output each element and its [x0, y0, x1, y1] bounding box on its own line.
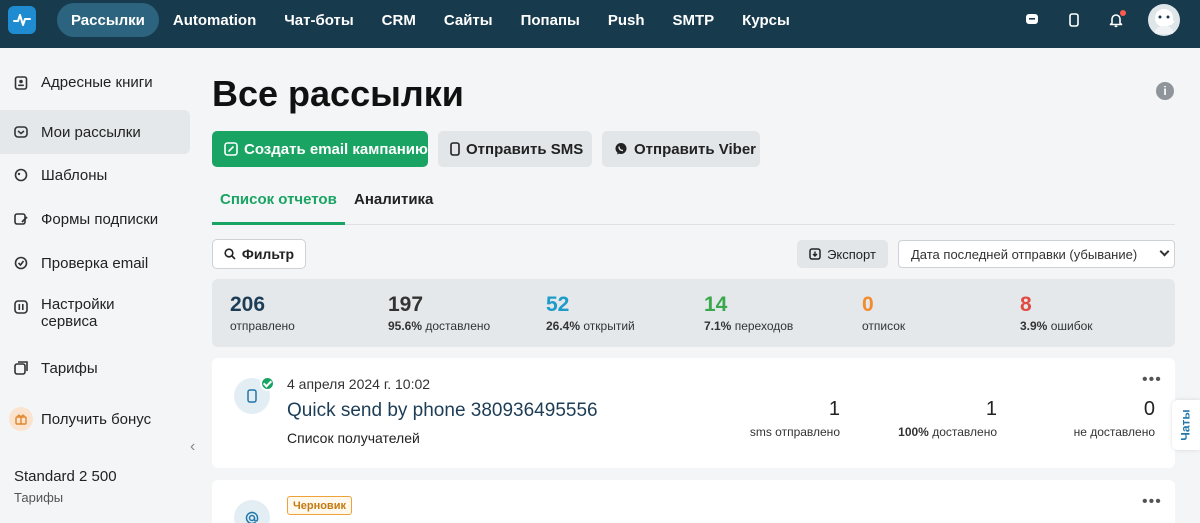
- sent-check-icon: [260, 376, 275, 391]
- chat-icon[interactable]: [1022, 10, 1042, 30]
- sidebar-item-label: Формы подписки: [41, 210, 159, 228]
- tabs: Список отчетов Аналитика: [212, 178, 1175, 225]
- plan-link[interactable]: Тарифы: [14, 490, 117, 505]
- collapse-sidebar-icon[interactable]: ‹: [190, 438, 195, 456]
- sidebar-item-address-books[interactable]: Адресные книги: [0, 74, 190, 91]
- campaign-date: 4 апреля 2024 г. 10:02: [287, 376, 431, 392]
- sidebar-item-get-bonus[interactable]: Получить бонус: [0, 406, 190, 432]
- address-book-icon: [14, 75, 28, 90]
- sidebar-item-label: Тарифы: [41, 359, 98, 377]
- viber-icon: [614, 142, 628, 156]
- sidebar-item-label: Адресные книги: [41, 74, 153, 91]
- sidebar-item-settings[interactable]: Настройки сервиса: [0, 296, 190, 336]
- draft-badge: Черновик: [287, 496, 352, 515]
- top-icons: [1022, 0, 1200, 40]
- campaign-title[interactable]: Quick send by phone 380936495556: [287, 400, 598, 422]
- top-navigation-bar: Рассылки Automation Чат-боты CRM Сайты П…: [0, 0, 1200, 48]
- nav-item-mailings[interactable]: Рассылки: [57, 3, 159, 37]
- sidebar-item-label: Шаблоны: [41, 166, 108, 184]
- sidebar: Адресные книги Мои рассылки Шаблоны Форм…: [0, 48, 200, 523]
- nav-item-push[interactable]: Push: [594, 3, 659, 37]
- sidebar-item-label: Мои рассылки: [41, 123, 141, 141]
- metric-not-delivered: 0 не доставлено: [1073, 398, 1155, 439]
- export-icon: [809, 248, 821, 260]
- export-button[interactable]: Экспорт: [797, 240, 888, 268]
- more-options-icon[interactable]: •••: [1142, 371, 1162, 389]
- chats-tab[interactable]: Чаты: [1172, 400, 1200, 450]
- sidebar-item-my-mailings[interactable]: Мои рассылки: [0, 110, 190, 154]
- plan-info: Standard 2 500 Тарифы: [14, 468, 117, 505]
- nav-item-chatbots[interactable]: Чат-боты: [270, 3, 367, 37]
- sort-select[interactable]: Дата последней отправки (убывание): [898, 240, 1175, 268]
- check-icon: [14, 256, 28, 270]
- nav-item-crm[interactable]: CRM: [368, 3, 430, 37]
- campaign-recipients: Список получателей: [287, 430, 420, 446]
- search-icon: [224, 248, 236, 260]
- gift-icon: [9, 407, 33, 431]
- edit-icon: [224, 142, 238, 156]
- create-email-campaign-button[interactable]: Создать email кампанию: [212, 131, 428, 167]
- tariffs-icon: [14, 361, 28, 375]
- stat-unsubscribes: 0 отписок: [862, 293, 906, 334]
- sidebar-item-label: Проверка email: [41, 254, 149, 272]
- phone-icon[interactable]: [1064, 10, 1084, 30]
- stat-errors: 8 3.9% ошибок: [1020, 293, 1093, 334]
- templates-icon: [14, 168, 28, 182]
- metric-delivered: 1 100% доставлено: [898, 398, 997, 439]
- sidebar-item-label: Получить бонус: [41, 410, 152, 428]
- stat-opened: 52 26.4% открытий: [546, 293, 635, 334]
- more-options-icon[interactable]: •••: [1142, 493, 1162, 511]
- email-icon: [234, 500, 270, 523]
- chevron-down-icon: [1159, 246, 1170, 257]
- forms-icon: [14, 212, 28, 226]
- tab-analytics[interactable]: Аналитика: [354, 191, 433, 222]
- campaign-card[interactable]: Черновик •••: [212, 480, 1175, 523]
- send-viber-button[interactable]: Отправить Viber: [602, 131, 760, 167]
- nav-item-sites[interactable]: Сайты: [430, 3, 507, 37]
- nav-item-automation[interactable]: Automation: [159, 3, 270, 37]
- tab-reports-list[interactable]: Список отчетов: [212, 191, 345, 225]
- notification-dot: [1120, 10, 1126, 16]
- stat-sent: 206 отправлено: [230, 293, 295, 334]
- phone-icon: [450, 142, 460, 156]
- logo-icon[interactable]: [8, 6, 36, 34]
- sidebar-item-label: Настройки сервиса: [41, 296, 115, 330]
- stat-delivered: 197 95.6% доставлено: [388, 293, 491, 334]
- metric-sms-sent: 1 sms отправлено: [749, 398, 840, 439]
- avatar[interactable]: [1148, 4, 1180, 36]
- nav-item-smtp[interactable]: SMTP: [659, 3, 729, 37]
- info-icon[interactable]: i: [1156, 82, 1174, 100]
- plan-name: Standard 2 500: [14, 468, 117, 485]
- bell-icon[interactable]: [1106, 10, 1126, 30]
- stats-summary: 206 отправлено 197 95.6% доставлено 52 2…: [212, 279, 1175, 347]
- settings-icon: [14, 300, 28, 314]
- campaign-card[interactable]: 4 апреля 2024 г. 10:02 Quick send by pho…: [212, 358, 1175, 468]
- mailing-icon: [14, 125, 28, 139]
- page-title: Все рассылки: [212, 73, 464, 114]
- send-sms-button[interactable]: Отправить SMS: [438, 131, 592, 167]
- sidebar-item-subscribe-forms[interactable]: Формы подписки: [0, 206, 190, 232]
- nav-item-popups[interactable]: Попапы: [507, 3, 594, 37]
- nav-item-courses[interactable]: Курсы: [728, 3, 804, 37]
- stat-clicks: 14 7.1% переходов: [704, 293, 794, 334]
- sidebar-item-tariffs[interactable]: Тарифы: [0, 355, 190, 381]
- sidebar-item-templates[interactable]: Шаблоны: [0, 162, 190, 188]
- filter-button[interactable]: Фильтр: [212, 239, 306, 269]
- main-nav: Рассылки Automation Чат-боты CRM Сайты П…: [57, 3, 804, 37]
- sidebar-item-email-check[interactable]: Проверка email: [0, 250, 190, 276]
